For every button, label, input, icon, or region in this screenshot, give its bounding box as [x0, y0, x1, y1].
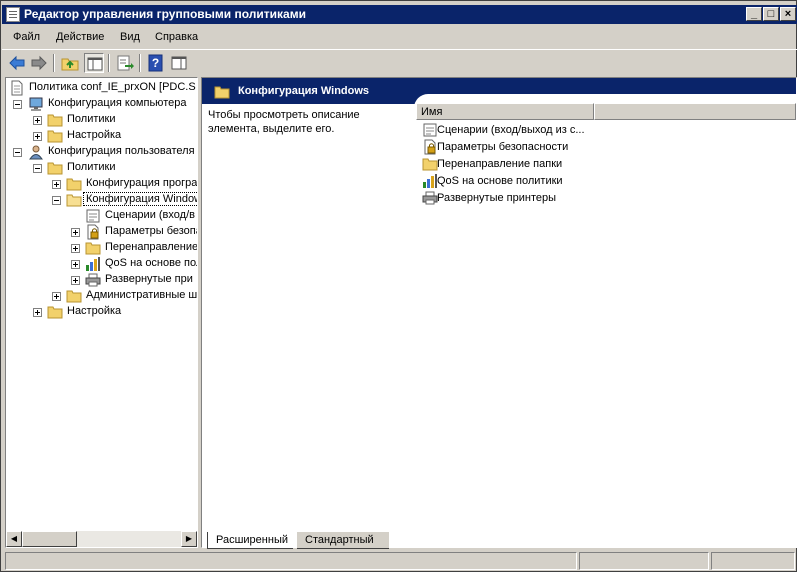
- tree-item-redirection[interactable]: Перенаправление: [6, 240, 197, 256]
- folder-icon: [47, 128, 63, 144]
- folder-icon: [214, 84, 230, 100]
- scroll-left-button[interactable]: ◀: [6, 531, 22, 547]
- details-pane: Конфигурация Windows Чтобы просмотреть о…: [201, 77, 797, 548]
- expand-toggle[interactable]: [71, 244, 80, 253]
- help-button[interactable]: ?: [146, 53, 166, 73]
- back-arrow-icon: [9, 55, 25, 71]
- tree-item-computer-policies[interactable]: Политики: [6, 112, 197, 128]
- tree-item-security[interactable]: Параметры безопа: [6, 224, 197, 240]
- forward-arrow-icon: [31, 55, 47, 71]
- tree-item-printers[interactable]: Развернутые при: [6, 272, 197, 288]
- view-tabs: Расширенный Стандартный: [201, 532, 797, 549]
- qos-chart-icon: [85, 256, 101, 272]
- help-icon: ?: [148, 54, 163, 72]
- collapse-toggle[interactable]: [52, 196, 61, 205]
- status-cell-2: [579, 552, 709, 570]
- column-header-row: Имя: [416, 103, 796, 120]
- expand-toggle[interactable]: [71, 276, 80, 285]
- column-header-name[interactable]: Имя: [416, 103, 594, 120]
- window-title: Редактор управления групповыми политикам…: [24, 7, 306, 21]
- tree-item-computer-config[interactable]: Конфигурация компьютера: [6, 96, 197, 112]
- action-pane-icon: [171, 56, 187, 70]
- computer-icon: [28, 96, 44, 112]
- gpo-document-icon: [9, 80, 25, 96]
- expand-toggle[interactable]: [71, 228, 80, 237]
- script-icon: [85, 208, 101, 224]
- folder-icon: [47, 304, 63, 320]
- tree-item-software-config[interactable]: Конфигурация програ: [6, 176, 197, 192]
- folder-icon: [47, 160, 63, 176]
- printer-icon: [85, 272, 101, 288]
- expand-toggle[interactable]: [33, 308, 42, 317]
- menu-help[interactable]: Справка: [155, 31, 198, 43]
- tree-item-user-settings[interactable]: Настройка: [6, 304, 197, 320]
- security-settings-icon: [422, 139, 438, 155]
- export-list-icon: [117, 55, 134, 71]
- tab-extended[interactable]: Расширенный: [207, 532, 293, 549]
- show-action-pane-button[interactable]: [169, 53, 189, 73]
- tree-horizontal-scrollbar[interactable]: ◀ ▶: [6, 531, 197, 547]
- console-tree-icon: [87, 57, 103, 71]
- description-text: Чтобы просмотреть описание элемента, выд…: [208, 109, 360, 135]
- status-bar: [2, 552, 797, 570]
- back-button[interactable]: [7, 53, 27, 73]
- app-window: Редактор управления групповыми политикам…: [0, 0, 797, 572]
- console-tree[interactable]: Политика conf_IE_prxON [PDC.S Конфигурац…: [5, 77, 198, 548]
- folder-icon: [47, 112, 63, 128]
- toolbar-separator: [108, 54, 110, 72]
- minimize-button[interactable]: _: [746, 7, 762, 21]
- folder-icon: [85, 240, 101, 256]
- tree-item-scripts[interactable]: Сценарии (вход/в: [6, 208, 197, 224]
- menu-bar: Файл Действие Вид Справка: [2, 27, 797, 47]
- printer-icon: [422, 190, 438, 206]
- collapse-toggle[interactable]: [13, 148, 22, 157]
- user-icon: [28, 144, 44, 160]
- qos-chart-icon: [422, 173, 438, 189]
- column-header-blank[interactable]: [594, 103, 796, 120]
- tree-item-user-policies[interactable]: Политики: [6, 160, 197, 176]
- toolbar-separator: [139, 54, 141, 72]
- script-icon: [422, 122, 438, 138]
- close-button[interactable]: ×: [780, 7, 796, 21]
- status-cell-3: [711, 552, 795, 570]
- security-settings-icon: [85, 224, 101, 240]
- menu-file[interactable]: Файл: [13, 31, 40, 43]
- desktop-edge: [797, 0, 801, 574]
- svg-text:?: ?: [152, 56, 159, 70]
- tree-item-qos[interactable]: QoS на основе пол: [6, 256, 197, 272]
- folder-icon: [66, 176, 82, 192]
- up-level-button[interactable]: [60, 53, 80, 73]
- title-bar[interactable]: Редактор управления групповыми политикам…: [2, 5, 797, 24]
- forward-button[interactable]: [29, 53, 49, 73]
- expand-toggle[interactable]: [71, 260, 80, 269]
- status-cell-main: [5, 552, 577, 570]
- details-title: Конфигурация Windows: [238, 85, 370, 97]
- scroll-right-button[interactable]: ▶: [181, 531, 197, 547]
- gpo-editor-icon: [6, 7, 20, 22]
- tree-item-user-config[interactable]: Конфигурация пользователя: [6, 144, 197, 160]
- toolbar: ?: [2, 49, 797, 73]
- expand-toggle[interactable]: [33, 132, 42, 141]
- toolbar-separator: [53, 54, 55, 72]
- maximize-button[interactable]: □: [763, 7, 779, 21]
- tree-item-admin-templates[interactable]: Административные ш: [6, 288, 197, 304]
- expand-toggle[interactable]: [33, 116, 42, 125]
- tree-item-computer-settings[interactable]: Настройка: [6, 128, 197, 144]
- collapse-toggle[interactable]: [33, 164, 42, 173]
- expand-toggle[interactable]: [52, 292, 61, 301]
- tree-item-windows-config[interactable]: Конфигурация Window: [6, 192, 197, 208]
- menu-view[interactable]: Вид: [120, 31, 140, 43]
- export-list-button[interactable]: [115, 53, 135, 73]
- folder-icon: [66, 288, 82, 304]
- folder-icon: [422, 156, 438, 172]
- collapse-toggle[interactable]: [13, 100, 22, 109]
- expand-toggle[interactable]: [52, 180, 61, 189]
- open-folder-icon: [66, 192, 82, 208]
- folder-up-icon: [61, 58, 79, 71]
- tab-standard[interactable]: Стандартный: [297, 532, 389, 549]
- show-hide-tree-button[interactable]: [84, 53, 104, 73]
- scroll-thumb[interactable]: [22, 531, 77, 547]
- menu-action[interactable]: Действие: [56, 31, 104, 43]
